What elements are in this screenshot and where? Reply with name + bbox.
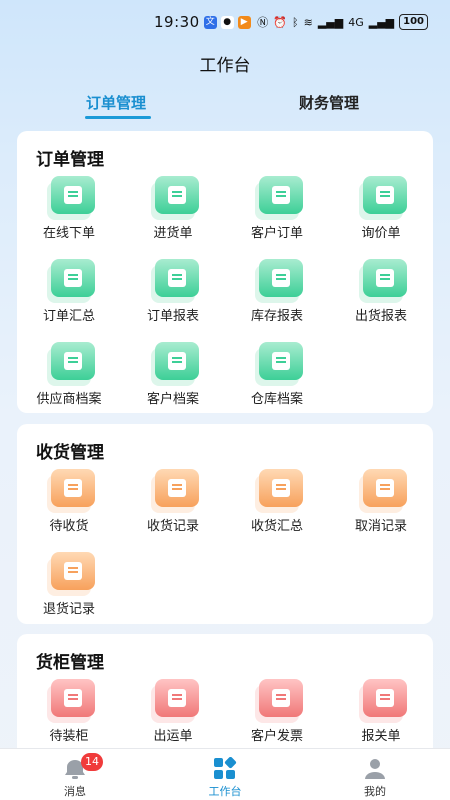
record-icon [151,469,199,513]
return-record-button[interactable]: 退货记录 [17,552,121,622]
item-label: 出货报表 [354,309,407,324]
qq-icon: ● [220,15,234,29]
item-label: 客户订单 [250,226,303,241]
exchange-icon [359,176,407,220]
customer-invoice-button[interactable]: 客户发票 [225,679,329,749]
status-bar: 19:30 文 ● ▶ Ⓝ ⏰ ᛒ ≋ ▂▄▆ 4G ▂▄▆ 100 [0,0,450,44]
item-label: 报关单 [361,729,401,744]
cancel-record-button[interactable]: 取消记录 [329,469,433,539]
pending-receive-button[interactable]: 待收货 [17,469,121,539]
item-label: 库存报表 [250,309,303,324]
receive-record-button[interactable]: 收货记录 [121,469,225,539]
box-icon [151,176,199,220]
inquiry-button[interactable]: 询价单 [329,176,433,246]
status-right: Ⓝ ⏰ ᛒ ≋ ▂▄▆ 4G ▂▄▆ 100 [257,14,428,30]
network-type-icon: 4G [348,15,364,29]
shipment-report-button[interactable]: 出货报表 [329,259,433,329]
signal-icon-2: ▂▄▆ [368,15,395,29]
workbench-icon [214,757,237,779]
nav-label-profile: 我的 [364,785,386,798]
order-management-card: 订单管理 在线下单 进货单 客户订单 询价单 订单汇总 订单报表 库存报表 出货… [17,131,433,413]
status-time: 19:30 [154,13,200,31]
truck-icon [47,469,95,513]
report-icon [151,259,199,303]
item-label: 进货单 [153,226,193,241]
item-label: 收货汇总 [250,519,303,534]
tab-bar: 订单管理 财务管理 [0,92,450,124]
bottom-nav: 14 消息 工作台 我的 [0,748,450,800]
item-label: 取消记录 [354,519,407,534]
video-app-icon: ▶ [237,15,251,29]
item-label: 出运单 [153,729,193,744]
signal-icon: ▂▄▆ [317,15,344,29]
nav-workbench[interactable]: 工作台 [150,749,300,800]
page-title: 工作台 [199,56,251,76]
warehouse-archive-button[interactable]: 仓库档案 [225,342,329,412]
customs-doc-icon [359,679,407,723]
nav-label-workbench: 工作台 [208,785,242,798]
bluetooth-icon: ᛒ [291,15,299,29]
nav-label-messages: 消息 [64,785,86,798]
online-order-icon [47,176,95,220]
return-icon [47,552,95,596]
summary-doc-icon [255,469,303,513]
tab-finance-management[interactable]: 财务管理 [299,92,359,113]
battery-icon: 100 [399,14,428,30]
wifi-icon: ≋ [303,15,313,29]
item-label: 收货记录 [146,519,199,534]
summary-icon [47,259,95,303]
order-summary-button[interactable]: 订单汇总 [17,259,121,329]
purchase-order-button[interactable]: 进货单 [121,176,225,246]
item-label: 订单汇总 [42,309,95,324]
item-label: 待装柜 [49,729,89,744]
app-notification-icon: 文 [203,15,217,29]
invoice-printer-icon [255,679,303,723]
item-label: 客户发票 [250,729,303,744]
package-icon [47,679,95,723]
nfc-icon: Ⓝ [257,16,269,29]
warehouse-icon [255,342,303,386]
stock-report-button[interactable]: 库存报表 [225,259,329,329]
customer-order-button[interactable]: 客户订单 [225,176,329,246]
active-tab-indicator [85,116,151,119]
supplier-archive-button[interactable]: 供应商档案 [17,342,121,412]
alarm-icon: ⏰ [273,15,287,29]
receiving-management-card: 收货管理 待收货 收货记录 收货汇总 取消记录 退货记录 [17,424,433,624]
delivery-truck-icon [151,679,199,723]
item-label: 待收货 [49,519,89,534]
customs-declaration-button[interactable]: 报关单 [329,679,433,749]
online-order-button[interactable]: 在线下单 [17,176,121,246]
warehouse-report-icon [255,259,303,303]
customers-icon [151,342,199,386]
document-icon [255,176,303,220]
customer-archive-button[interactable]: 客户档案 [121,342,225,412]
section-title-order: 订单管理 [36,150,104,170]
item-label: 退货记录 [42,602,95,617]
item-label: 仓库档案 [250,392,303,407]
section-title-container: 货柜管理 [36,653,104,673]
message-count-badge: 14 [81,753,103,771]
item-label: 供应商档案 [36,392,102,407]
shipping-order-button[interactable]: 出运单 [121,679,225,749]
container-management-card: 货柜管理 待装柜 出运单 客户发票 报关单 [17,634,433,764]
pending-container-button[interactable]: 待装柜 [17,679,121,749]
receive-summary-button[interactable]: 收货汇总 [225,469,329,539]
order-report-button[interactable]: 订单报表 [121,259,225,329]
status-left: 19:30 文 ● ▶ [154,13,251,31]
nav-profile[interactable]: 我的 [300,749,450,800]
shipment-report-icon [359,259,407,303]
profile-icon [365,759,385,779]
cancel-doc-icon [359,469,407,513]
item-label: 询价单 [361,226,401,241]
section-title-receive: 收货管理 [36,443,104,463]
item-label: 客户档案 [146,392,199,407]
item-label: 在线下单 [42,226,95,241]
tab-order-management[interactable]: 订单管理 [86,92,146,113]
nav-messages[interactable]: 14 消息 [0,749,150,800]
folder-icon [47,342,95,386]
item-label: 订单报表 [146,309,199,324]
